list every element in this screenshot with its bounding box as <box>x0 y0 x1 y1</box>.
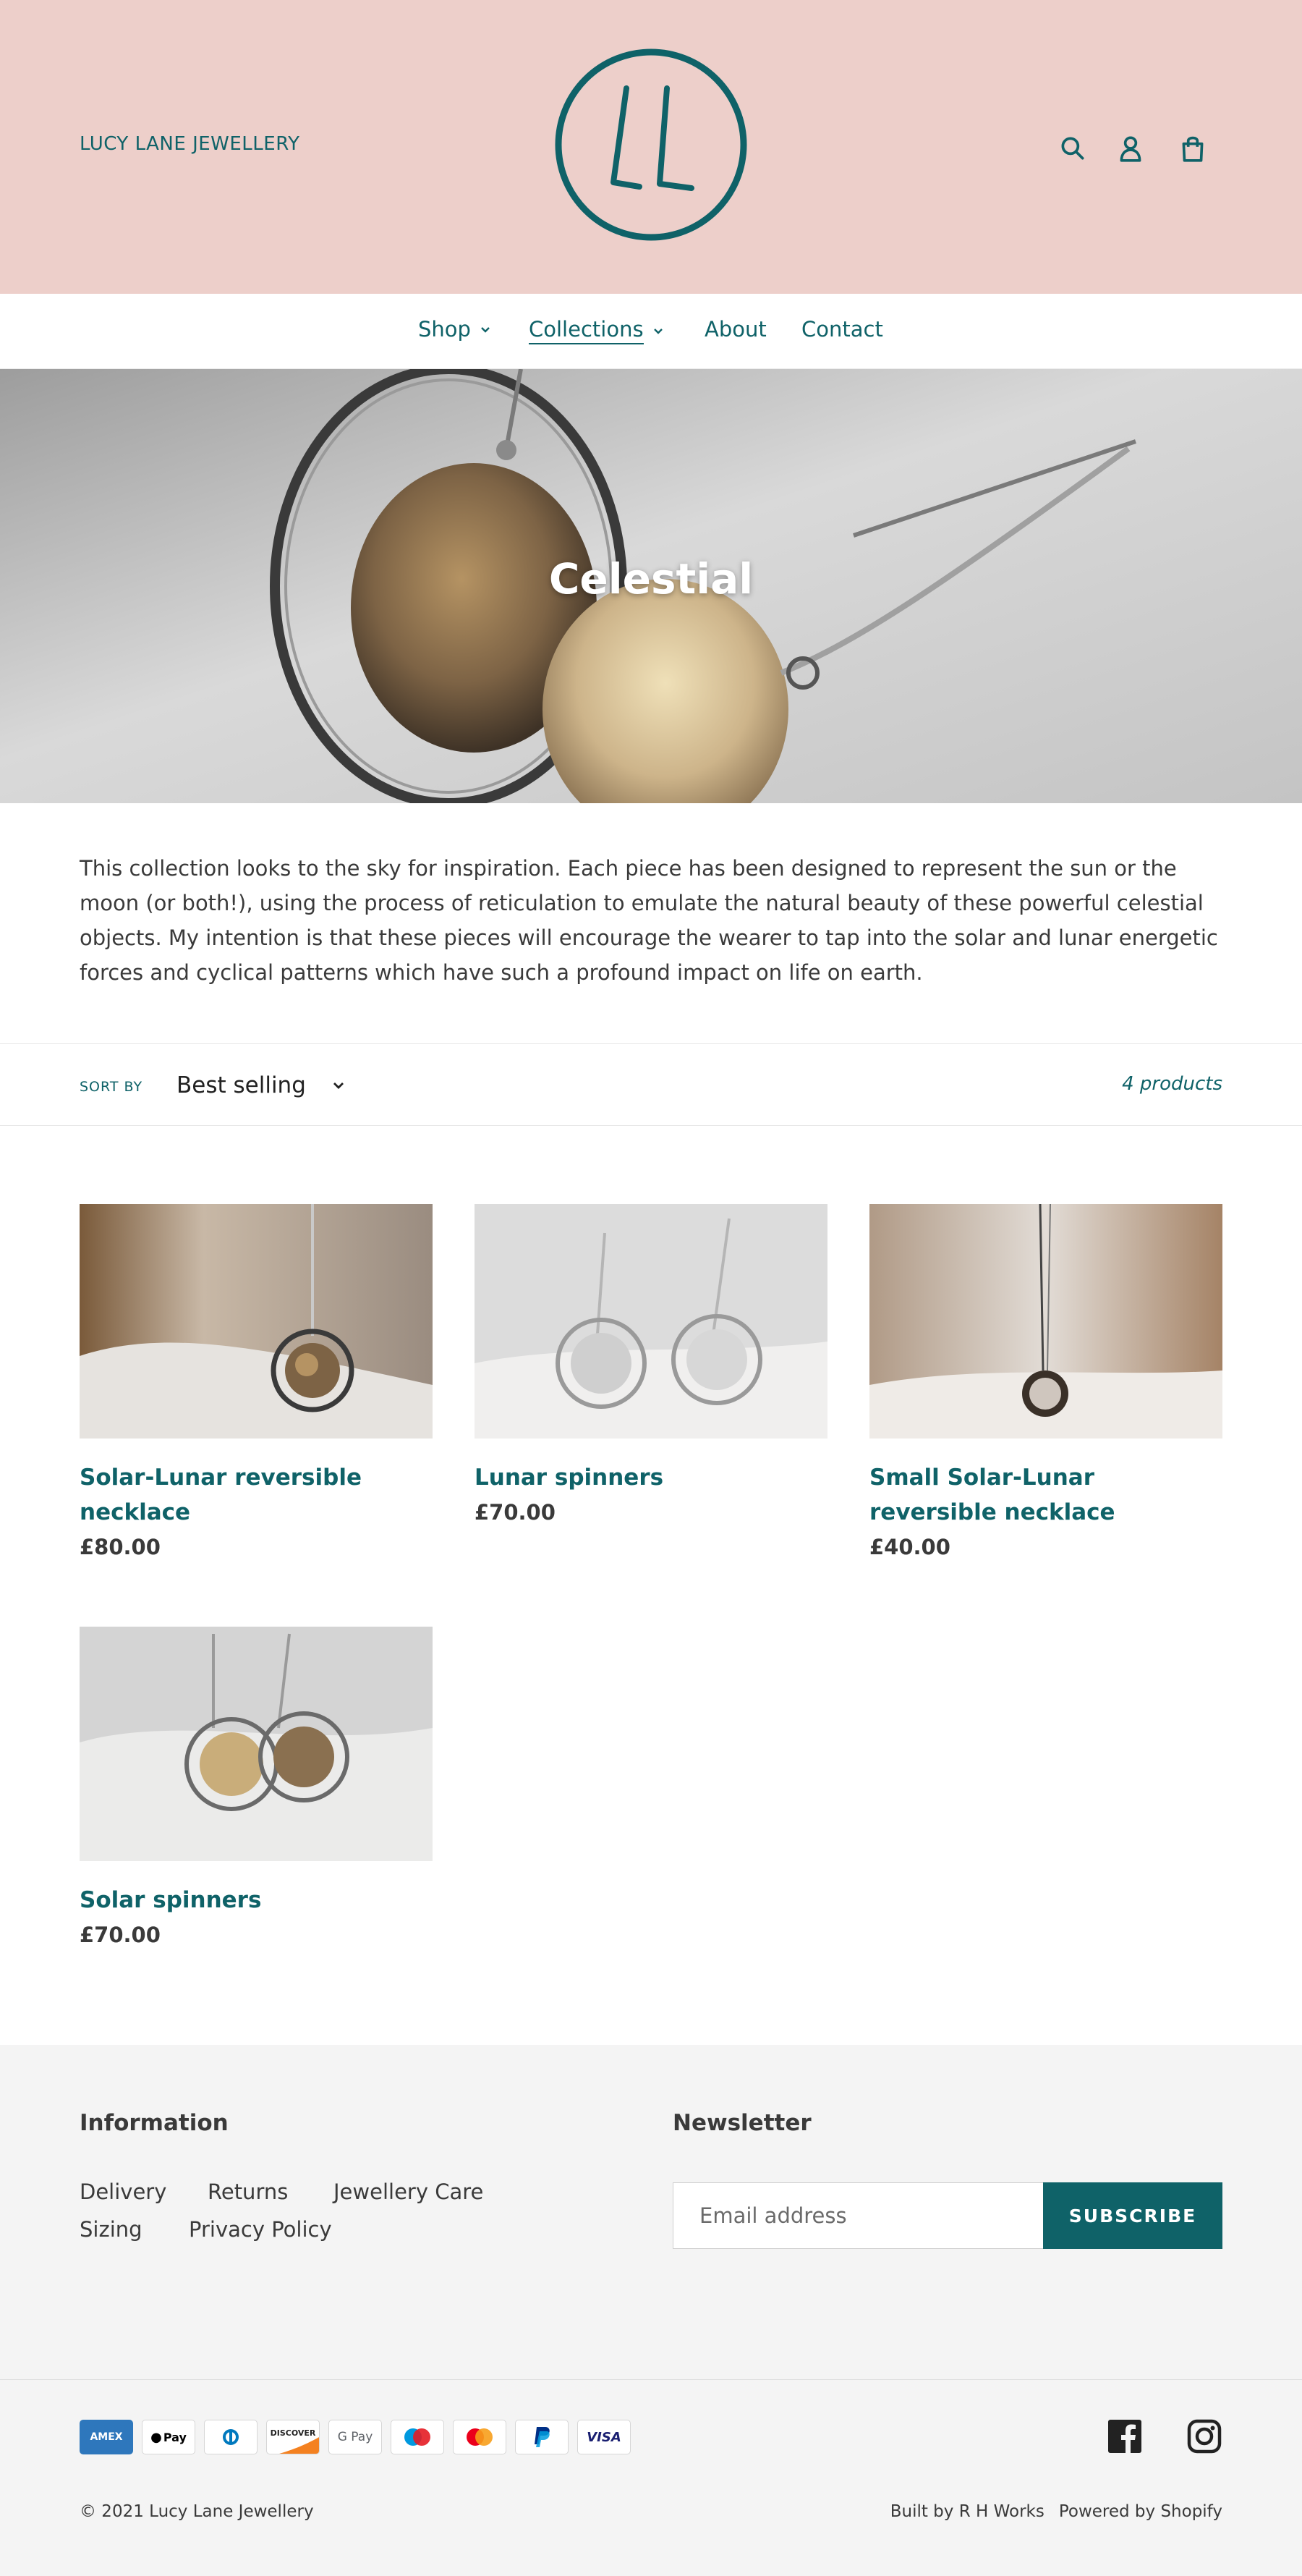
product-card[interactable]: Lunar spinners £70.00 <box>475 1204 827 1530</box>
product-image[interactable] <box>80 1627 433 1861</box>
payment-label: VISA <box>587 2429 621 2445</box>
product-title[interactable]: Solar spinners <box>80 1883 433 1918</box>
footer-link-delivery[interactable]: Delivery <box>80 2179 166 2204</box>
product-price: £70.00 <box>475 1500 556 1525</box>
payment-label: AMEX <box>90 2431 123 2443</box>
nav-label: Contact <box>801 317 883 342</box>
product-image[interactable] <box>80 1204 433 1439</box>
copyright-text: © 2021 Lucy Lane Jewellery <box>80 2502 314 2521</box>
diners-club-mark <box>223 2429 239 2445</box>
collection-title: Celestial <box>548 554 754 603</box>
maestro-circles <box>404 2428 430 2446</box>
account-icon[interactable] <box>1114 132 1147 165</box>
paypal-mark <box>535 2427 550 2447</box>
collection-description: This collection looks to the sky for ins… <box>80 856 1218 985</box>
cart-icon[interactable] <box>1176 132 1209 165</box>
facebook-icon[interactable] <box>1107 2418 1143 2454</box>
product-title[interactable]: Lunar spinners <box>475 1460 827 1495</box>
product-card[interactable]: Solar spinners £70.00 <box>80 1627 433 1952</box>
search-icon[interactable] <box>1056 132 1089 165</box>
nav-item-collections[interactable]: Collections <box>529 317 665 344</box>
chevron-down-icon <box>481 327 490 333</box>
product-image[interactable] <box>475 1204 827 1439</box>
sort-bar: SORT BY Best selling 4 products <box>0 1043 1302 1126</box>
product-price: £70.00 <box>80 1923 161 1947</box>
subscribe-button[interactable]: SUBSCRIBE <box>1043 2182 1222 2249</box>
product-image[interactable] <box>869 1204 1222 1439</box>
nav-label: About <box>705 317 767 342</box>
diners-club-icon <box>204 2420 258 2454</box>
sort-label: SORT BY <box>80 1079 143 1095</box>
mastercard-circles <box>467 2428 493 2446</box>
main-nav: Shop Collections About Contact <box>0 294 1302 369</box>
footer-link-returns[interactable]: Returns <box>208 2179 288 2204</box>
site-footer: Information Delivery Returns Jewellery C… <box>0 2045 1302 2576</box>
amex-icon: AMEX <box>80 2420 133 2454</box>
powered-by-link[interactable]: Powered by Shopify <box>1059 2502 1222 2521</box>
footer-link-privacy-policy[interactable]: Privacy Policy <box>189 2217 332 2242</box>
nav-item-shop[interactable]: Shop <box>418 317 493 342</box>
footer-link-jewellery-care[interactable]: Jewellery Care <box>333 2179 483 2204</box>
product-price: £80.00 <box>80 1535 161 1559</box>
google-pay-icon: G Pay <box>328 2420 382 2454</box>
product-card[interactable]: Small Solar-Lunar reversible necklace £4… <box>869 1204 1222 1564</box>
footer-divider <box>0 2379 1302 2380</box>
mastercard-icon <box>453 2420 506 2454</box>
footer-info-heading: Information <box>80 2110 229 2136</box>
sort-selected-value: Best selling <box>176 1072 306 1098</box>
apple-glyph: ● <box>150 2429 162 2445</box>
payment-label: G Pay <box>337 2430 373 2444</box>
maestro-icon <box>391 2420 444 2454</box>
paypal-icon <box>515 2420 569 2454</box>
sort-select[interactable]: Best selling <box>176 1067 347 1103</box>
discover-icon: DISCOVER <box>266 2420 320 2454</box>
product-count: 4 products <box>1122 1073 1222 1095</box>
footer-credits: Built by R H Works Powered by Shopify <box>890 2502 1222 2521</box>
product-card[interactable]: Solar-Lunar reversible necklace £80.00 <box>80 1204 433 1564</box>
product-title[interactable]: Small Solar-Lunar reversible necklace <box>869 1460 1222 1530</box>
visa-icon: VISA <box>577 2420 631 2454</box>
email-field[interactable]: Email address <box>673 2182 1044 2249</box>
collection-hero: Celestial <box>0 369 1302 803</box>
payment-label: Pay <box>163 2430 187 2444</box>
footer-link-sizing[interactable]: Sizing <box>80 2217 142 2242</box>
product-title[interactable]: Solar-Lunar reversible necklace <box>80 1460 433 1530</box>
chevron-down-icon <box>333 1082 344 1089</box>
chevron-down-icon <box>653 329 663 334</box>
nav-label: Collections <box>529 317 644 344</box>
brand-logo[interactable] <box>551 45 751 245</box>
footer-newsletter-heading: Newsletter <box>673 2110 812 2136</box>
apple-pay-icon: ● Pay <box>142 2420 195 2454</box>
site-header: LUCY LANE JEWELLERY <box>0 0 1302 294</box>
nav-label: Shop <box>418 317 471 342</box>
product-price: £40.00 <box>869 1535 950 1559</box>
built-by-link[interactable]: Built by R H Works <box>890 2502 1044 2521</box>
payment-label: DISCOVER <box>270 2428 316 2438</box>
instagram-icon[interactable] <box>1186 2418 1222 2454</box>
brand-name[interactable]: LUCY LANE JEWELLERY <box>80 133 300 155</box>
nav-item-about[interactable]: About <box>705 317 767 342</box>
nav-item-contact[interactable]: Contact <box>801 317 883 342</box>
discover-swoosh <box>279 2437 319 2454</box>
